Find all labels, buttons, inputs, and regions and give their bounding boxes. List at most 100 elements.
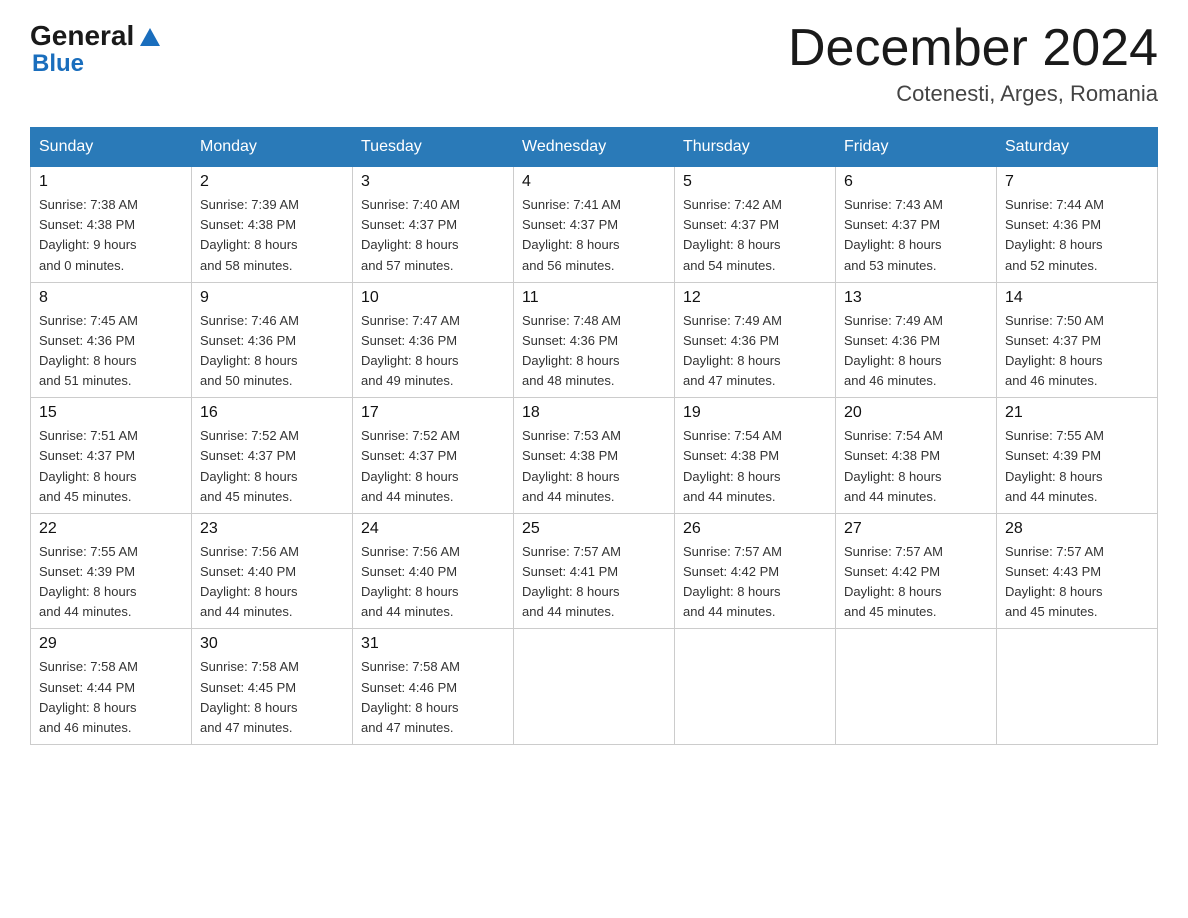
calendar-day-16: 16 Sunrise: 7:52 AMSunset: 4:37 PMDayligh… bbox=[192, 398, 353, 514]
day-info: Sunrise: 7:57 AMSunset: 4:41 PMDaylight:… bbox=[522, 542, 666, 623]
calendar-day-20: 20 Sunrise: 7:54 AMSunset: 4:38 PMDayligh… bbox=[836, 398, 997, 514]
day-number: 2 bbox=[200, 173, 344, 191]
day-number: 14 bbox=[1005, 289, 1149, 307]
calendar-day-11: 11 Sunrise: 7:48 AMSunset: 4:36 PMDayligh… bbox=[514, 282, 675, 398]
day-info: Sunrise: 7:48 AMSunset: 4:36 PMDaylight:… bbox=[522, 311, 666, 392]
logo-blue-text: Blue bbox=[32, 50, 84, 78]
day-info: Sunrise: 7:56 AMSunset: 4:40 PMDaylight:… bbox=[200, 542, 344, 623]
calendar-week-4: 22Sunrise: 7:55 AMSunset: 4:39 PMDayligh… bbox=[31, 513, 1158, 629]
weekday-header-wednesday: Wednesday bbox=[514, 128, 675, 167]
day-number: 17 bbox=[361, 404, 505, 422]
day-info: Sunrise: 7:39 AMSunset: 4:38 PMDaylight:… bbox=[200, 195, 344, 276]
location-text: Cotenesti, Arges, Romania bbox=[788, 81, 1158, 107]
day-number: 30 bbox=[200, 635, 344, 653]
day-info: Sunrise: 7:42 AMSunset: 4:37 PMDaylight:… bbox=[683, 195, 827, 276]
day-info: Sunrise: 7:51 AMSunset: 4:37 PMDaylight:… bbox=[39, 426, 183, 507]
day-number: 9 bbox=[200, 289, 344, 307]
calendar-day-8: 8Sunrise: 7:45 AMSunset: 4:36 PMDaylight… bbox=[31, 282, 192, 398]
day-number: 7 bbox=[1005, 173, 1149, 191]
day-info: Sunrise: 7:53 AMSunset: 4:38 PMDaylight:… bbox=[522, 426, 666, 507]
calendar-week-3: 15 Sunrise: 7:51 AMSunset: 4:37 PMDayligh… bbox=[31, 398, 1158, 514]
weekday-header-saturday: Saturday bbox=[997, 128, 1158, 167]
day-info: Sunrise: 7:52 AMSunset: 4:37 PMDaylight:… bbox=[361, 426, 505, 507]
day-info: Sunrise: 7:55 AMSunset: 4:39 PMDaylight:… bbox=[1005, 426, 1149, 507]
calendar-table: SundayMondayTuesdayWednesdayThursdayFrid… bbox=[30, 127, 1158, 745]
day-info: Sunrise: 7:57 AMSunset: 4:42 PMDaylight:… bbox=[683, 542, 827, 623]
title-block: December 2024 Cotenesti, Arges, Romania bbox=[788, 20, 1158, 107]
calendar-day-27: 27 Sunrise: 7:57 AMSunset: 4:42 PMDayligh… bbox=[836, 513, 997, 629]
day-number: 29 bbox=[39, 635, 183, 653]
day-number: 25 bbox=[522, 520, 666, 538]
calendar-day-10: 10Sunrise: 7:47 AMSunset: 4:36 PMDayligh… bbox=[353, 282, 514, 398]
calendar-day-9: 9 Sunrise: 7:46 AMSunset: 4:36 PMDaylight… bbox=[192, 282, 353, 398]
day-info: Sunrise: 7:58 AMSunset: 4:44 PMDaylight:… bbox=[39, 657, 183, 738]
day-number: 31 bbox=[361, 635, 505, 653]
empty-cell bbox=[836, 629, 997, 745]
day-number: 12 bbox=[683, 289, 827, 307]
day-info: Sunrise: 7:38 AMSunset: 4:38 PMDaylight:… bbox=[39, 195, 183, 276]
day-number: 6 bbox=[844, 173, 988, 191]
day-info: Sunrise: 7:58 AMSunset: 4:45 PMDaylight:… bbox=[200, 657, 344, 738]
day-info: Sunrise: 7:40 AMSunset: 4:37 PMDaylight:… bbox=[361, 195, 505, 276]
weekday-header-sunday: Sunday bbox=[31, 128, 192, 167]
day-info: Sunrise: 7:49 AMSunset: 4:36 PMDaylight:… bbox=[683, 311, 827, 392]
calendar-day-31: 31 Sunrise: 7:58 AMSunset: 4:46 PMDayligh… bbox=[353, 629, 514, 745]
day-info: Sunrise: 7:45 AMSunset: 4:36 PMDaylight:… bbox=[39, 311, 183, 392]
day-info: Sunrise: 7:46 AMSunset: 4:36 PMDaylight:… bbox=[200, 311, 344, 392]
calendar-day-4: 4 Sunrise: 7:41 AMSunset: 4:37 PMDaylight… bbox=[514, 167, 675, 283]
logo-triangle-icon bbox=[136, 24, 164, 48]
calendar-week-2: 8Sunrise: 7:45 AMSunset: 4:36 PMDaylight… bbox=[31, 282, 1158, 398]
day-number: 27 bbox=[844, 520, 988, 538]
calendar-day-7: 7 Sunrise: 7:44 AMSunset: 4:36 PMDaylight… bbox=[997, 167, 1158, 283]
day-info: Sunrise: 7:50 AMSunset: 4:37 PMDaylight:… bbox=[1005, 311, 1149, 392]
day-number: 28 bbox=[1005, 520, 1149, 538]
calendar-day-5: 5Sunrise: 7:42 AMSunset: 4:37 PMDaylight… bbox=[675, 167, 836, 283]
calendar-day-21: 21 Sunrise: 7:55 AMSunset: 4:39 PMDayligh… bbox=[997, 398, 1158, 514]
empty-cell bbox=[514, 629, 675, 745]
day-info: Sunrise: 7:54 AMSunset: 4:38 PMDaylight:… bbox=[683, 426, 827, 507]
day-number: 16 bbox=[200, 404, 344, 422]
day-info: Sunrise: 7:55 AMSunset: 4:39 PMDaylight:… bbox=[39, 542, 183, 623]
calendar-day-30: 30 Sunrise: 7:58 AMSunset: 4:45 PMDayligh… bbox=[192, 629, 353, 745]
day-number: 13 bbox=[844, 289, 988, 307]
calendar-day-2: 2 Sunrise: 7:39 AMSunset: 4:38 PMDaylight… bbox=[192, 167, 353, 283]
calendar-day-26: 26 Sunrise: 7:57 AMSunset: 4:42 PMDayligh… bbox=[675, 513, 836, 629]
weekday-header-thursday: Thursday bbox=[675, 128, 836, 167]
day-info: Sunrise: 7:56 AMSunset: 4:40 PMDaylight:… bbox=[361, 542, 505, 623]
day-number: 15 bbox=[39, 404, 183, 422]
month-title: December 2024 bbox=[788, 20, 1158, 77]
empty-cell bbox=[997, 629, 1158, 745]
day-number: 19 bbox=[683, 404, 827, 422]
calendar-day-14: 14 Sunrise: 7:50 AMSunset: 4:37 PMDayligh… bbox=[997, 282, 1158, 398]
day-number: 26 bbox=[683, 520, 827, 538]
calendar-day-28: 28Sunrise: 7:57 AMSunset: 4:43 PMDayligh… bbox=[997, 513, 1158, 629]
calendar-day-1: 1Sunrise: 7:38 AMSunset: 4:38 PMDaylight… bbox=[31, 167, 192, 283]
day-info: Sunrise: 7:54 AMSunset: 4:38 PMDaylight:… bbox=[844, 426, 988, 507]
calendar-day-12: 12 Sunrise: 7:49 AMSunset: 4:36 PMDayligh… bbox=[675, 282, 836, 398]
day-info: Sunrise: 7:41 AMSunset: 4:37 PMDaylight:… bbox=[522, 195, 666, 276]
calendar-day-3: 3 Sunrise: 7:40 AMSunset: 4:37 PMDaylight… bbox=[353, 167, 514, 283]
day-info: Sunrise: 7:57 AMSunset: 4:42 PMDaylight:… bbox=[844, 542, 988, 623]
weekday-header-tuesday: Tuesday bbox=[353, 128, 514, 167]
day-number: 3 bbox=[361, 173, 505, 191]
calendar-week-5: 29 Sunrise: 7:58 AMSunset: 4:44 PMDayligh… bbox=[31, 629, 1158, 745]
day-number: 20 bbox=[844, 404, 988, 422]
day-info: Sunrise: 7:58 AMSunset: 4:46 PMDaylight:… bbox=[361, 657, 505, 738]
day-info: Sunrise: 7:43 AMSunset: 4:37 PMDaylight:… bbox=[844, 195, 988, 276]
day-number: 18 bbox=[522, 404, 666, 422]
calendar-day-19: 19 Sunrise: 7:54 AMSunset: 4:38 PMDayligh… bbox=[675, 398, 836, 514]
calendar-day-22: 22Sunrise: 7:55 AMSunset: 4:39 PMDayligh… bbox=[31, 513, 192, 629]
day-number: 24 bbox=[361, 520, 505, 538]
empty-cell bbox=[675, 629, 836, 745]
calendar-day-17: 17 Sunrise: 7:52 AMSunset: 4:37 PMDayligh… bbox=[353, 398, 514, 514]
calendar-week-1: 1Sunrise: 7:38 AMSunset: 4:38 PMDaylight… bbox=[31, 167, 1158, 283]
day-info: Sunrise: 7:52 AMSunset: 4:37 PMDaylight:… bbox=[200, 426, 344, 507]
day-number: 10 bbox=[361, 289, 505, 307]
day-number: 21 bbox=[1005, 404, 1149, 422]
logo: General Blue bbox=[30, 20, 164, 78]
day-info: Sunrise: 7:44 AMSunset: 4:36 PMDaylight:… bbox=[1005, 195, 1149, 276]
calendar-day-15: 15 Sunrise: 7:51 AMSunset: 4:37 PMDayligh… bbox=[31, 398, 192, 514]
calendar-day-24: 24 Sunrise: 7:56 AMSunset: 4:40 PMDayligh… bbox=[353, 513, 514, 629]
day-number: 11 bbox=[522, 289, 666, 307]
day-number: 4 bbox=[522, 173, 666, 191]
